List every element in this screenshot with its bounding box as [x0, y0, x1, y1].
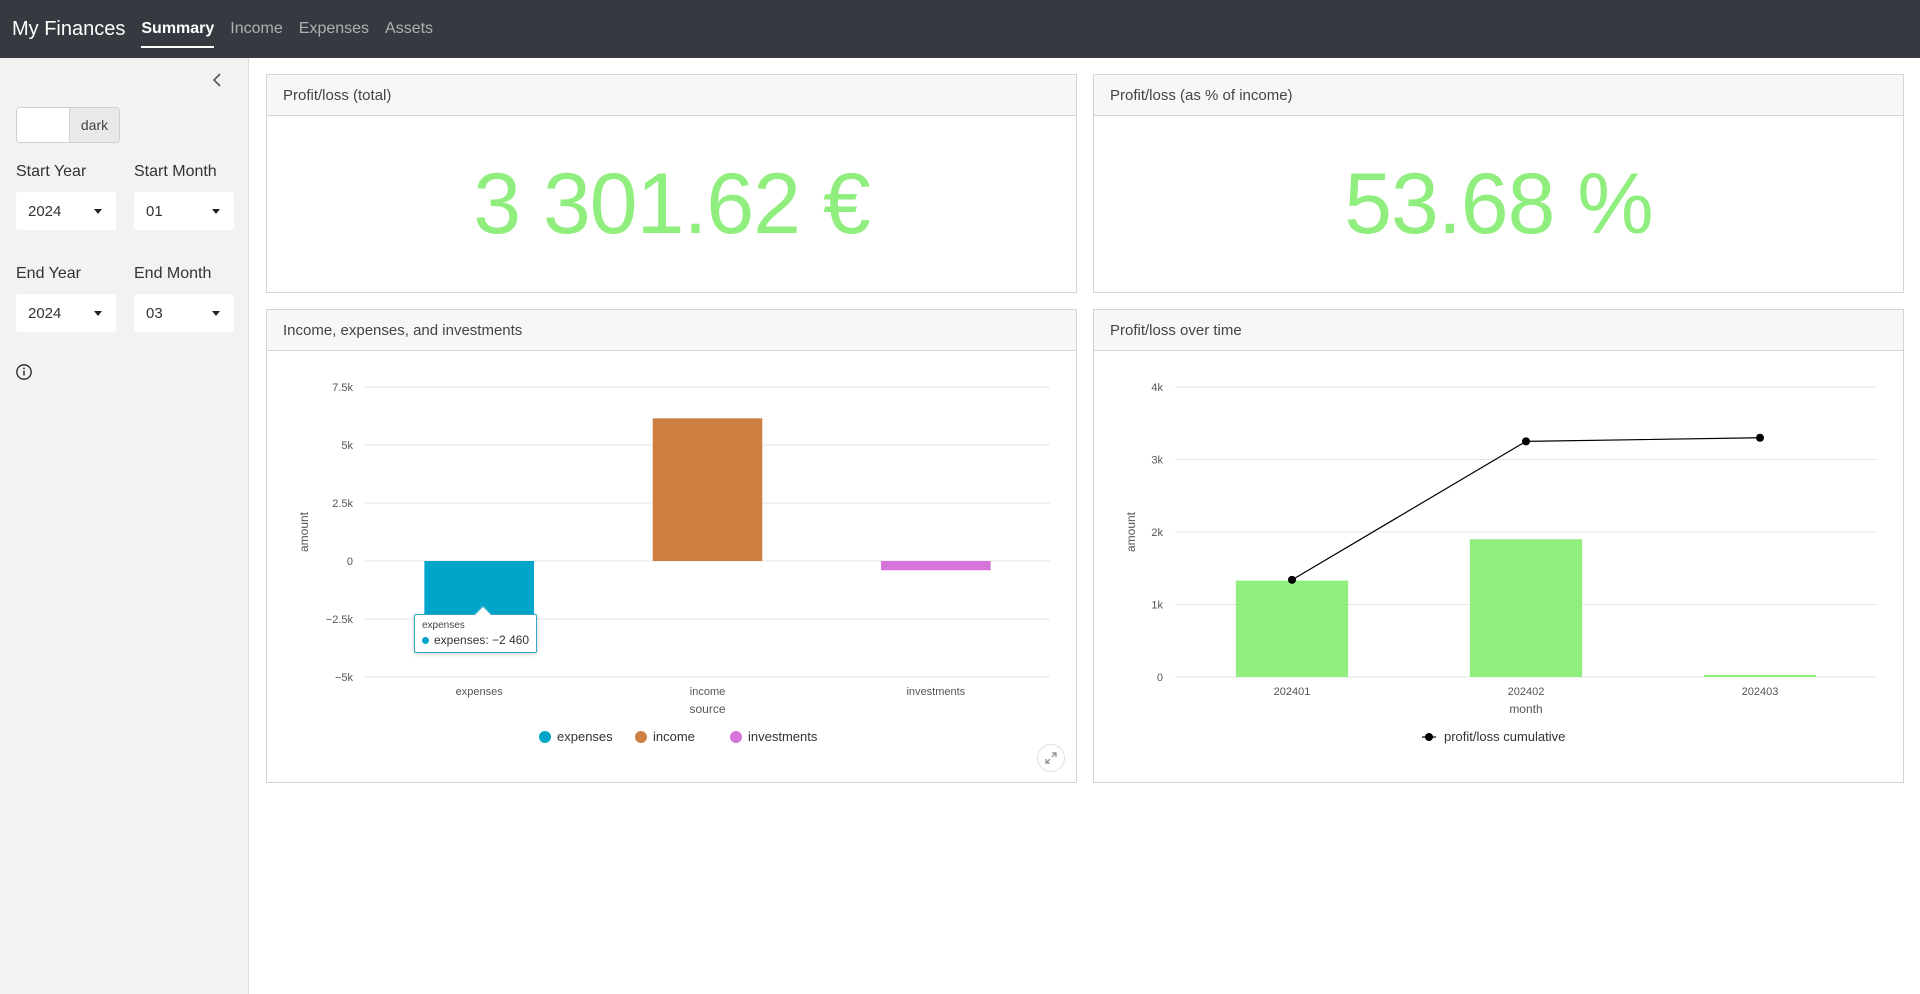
start-month-select[interactable]: 01	[134, 192, 234, 230]
expand-chart-button[interactable]	[1037, 744, 1065, 772]
app-brand[interactable]: My Finances	[12, 18, 125, 41]
x-tick-label: investments	[906, 686, 965, 698]
start-month-label: Start Month	[134, 163, 217, 180]
profit-percent-card: Profit/loss (as % of income) 53.68 %	[1093, 74, 1904, 293]
legend-label-investments: investments	[748, 729, 818, 744]
tooltip-value: −2 460	[492, 633, 530, 647]
legend-label: profit/loss cumulative	[1444, 729, 1565, 744]
start-year-value: 2024	[28, 202, 62, 220]
card-title: Income, expenses, and investments	[267, 310, 1076, 351]
legend-marker	[635, 731, 647, 743]
caret-down-icon	[94, 209, 102, 214]
tab-expenses[interactable]: Expenses	[299, 14, 369, 44]
dark-mode-label: dark	[69, 108, 119, 142]
end-year-label: End Year	[16, 265, 81, 282]
y-axis-title: amount	[297, 511, 311, 552]
top-navbar: My Finances Summary Income Expenses Asse…	[0, 0, 1920, 58]
card-title: Profit/loss (as % of income)	[1094, 75, 1903, 116]
bar-investments	[881, 561, 991, 571]
chart-tooltip: expenses expenses: −2 460	[414, 605, 538, 653]
end-month-value: 03	[146, 304, 163, 322]
bar-202403	[1703, 674, 1817, 677]
end-month-label: End Month	[134, 265, 212, 282]
card-title: Profit/loss (total)	[267, 75, 1076, 116]
info-icon[interactable]	[15, 363, 33, 381]
line-point	[1522, 437, 1530, 446]
y-tick-label: −2.5k	[326, 614, 354, 626]
sidebar: dark Start Year 2024 Start Month 01 End …	[0, 58, 249, 994]
x-tick-label: expenses	[456, 686, 504, 698]
y-tick-label: −5k	[335, 672, 354, 684]
tab-summary[interactable]: Summary	[141, 14, 214, 48]
y-tick-label: 0	[347, 556, 353, 568]
line-point	[1288, 575, 1296, 584]
start-year-select[interactable]: 2024	[16, 192, 116, 230]
tooltip-dot	[422, 636, 429, 644]
y-tick-label: 5k	[341, 440, 353, 452]
end-year-select[interactable]: 2024	[16, 294, 116, 332]
profit-over-time-chart: 4k 3k 2k 1k 0 202401 202402 202403 month amount pr…	[1124, 382, 1877, 744]
tab-assets[interactable]: Assets	[385, 14, 433, 44]
tooltip-title: expenses	[422, 620, 465, 631]
tooltip-row: expenses: −2 460	[422, 633, 529, 647]
caret-down-icon	[212, 311, 220, 316]
legend-marker	[730, 731, 742, 743]
collapse-sidebar-button[interactable]	[208, 70, 228, 90]
card-title: Profit/loss over time	[1094, 310, 1903, 351]
x-tick-label: 202403	[1742, 686, 1779, 698]
caret-down-icon	[94, 311, 102, 316]
profit-total-value: 3 301.62 €	[473, 155, 870, 252]
y-tick-label: 4k	[1151, 382, 1163, 394]
y-tick-label: 2.5k	[332, 498, 353, 510]
y-tick-label: 7.5k	[332, 382, 353, 394]
legend-label-income: income	[653, 729, 695, 744]
dark-mode-toggle[interactable]: dark	[16, 107, 120, 143]
y-tick-label: 2k	[1151, 527, 1163, 539]
legend-marker	[539, 731, 551, 743]
x-axis-title: source	[689, 702, 725, 716]
start-year-label: Start Year	[16, 163, 87, 180]
toggle-switch[interactable]	[17, 108, 69, 142]
caret-down-icon	[212, 209, 220, 214]
legend-label-expenses: expenses	[557, 729, 613, 744]
end-month-select[interactable]: 03	[134, 294, 234, 332]
profit-over-time-card: Profit/loss over time 4k 3k 2k 1k 0 202401 202…	[1093, 309, 1904, 783]
bar-202402	[1469, 539, 1583, 677]
y-tick-label: 0	[1157, 672, 1163, 684]
x-axis-title: month	[1509, 702, 1542, 716]
x-tick-label: 202401	[1274, 686, 1311, 698]
legend-marker	[1425, 733, 1433, 741]
profit-total-card: Profit/loss (total) 3 301.62 €	[266, 74, 1077, 293]
income-expenses-chart: 7.5k 5k 2.5k 0 −2.5k −5k expenses income investm…	[297, 382, 1050, 744]
x-tick-label: income	[690, 686, 725, 698]
bar-income	[652, 418, 763, 561]
chevron-left-icon	[212, 73, 221, 87]
y-tick-label: 1k	[1151, 600, 1163, 612]
y-tick-label: 3k	[1151, 455, 1163, 467]
x-tick-label: 202402	[1508, 686, 1545, 698]
profit-percent-value: 53.68 %	[1344, 155, 1654, 252]
start-month-value: 01	[146, 202, 163, 220]
y-axis-title: amount	[1124, 511, 1138, 552]
tab-income[interactable]: Income	[230, 14, 282, 44]
income-expenses-card: Income, expenses, and investments 7.5k 5k…	[266, 309, 1077, 783]
expand-icon	[1045, 752, 1057, 764]
bar-202401	[1235, 580, 1349, 677]
tooltip-label: expenses:	[434, 633, 489, 647]
line-point	[1756, 433, 1764, 442]
end-year-value: 2024	[28, 304, 62, 322]
